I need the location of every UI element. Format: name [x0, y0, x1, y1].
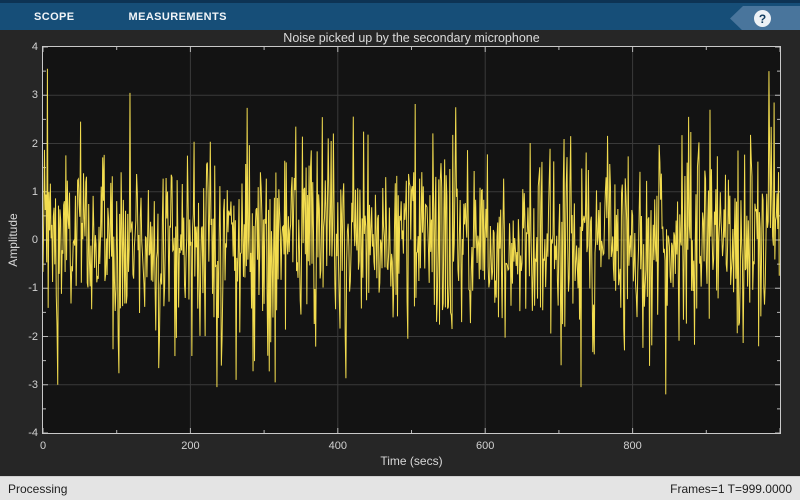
frames-time-readout: Frames=1 T=999.0000: [670, 481, 792, 496]
x-tick-label: 800: [623, 440, 642, 452]
chart-title: Noise picked up by the secondary microph…: [283, 31, 540, 45]
x-tick-label: 600: [476, 440, 495, 452]
y-tick-label: -1: [28, 282, 38, 295]
x-axis-label: Time (secs): [380, 454, 443, 468]
y-tick-label: -4: [28, 427, 38, 439]
help-tag: ?: [730, 6, 800, 31]
y-tick-label: 1: [31, 185, 38, 198]
toolstrip: SCOPE MEASUREMENTS ?: [0, 0, 800, 31]
y-tick-label: -2: [28, 330, 38, 343]
y-tick-label: 3: [31, 89, 38, 102]
help-icon[interactable]: ?: [754, 10, 771, 27]
plot-canvas[interactable]: [43, 47, 780, 433]
x-tick-label: 200: [181, 440, 200, 452]
tab-scope[interactable]: SCOPE: [24, 3, 85, 30]
tab-measurements[interactable]: MEASUREMENTS: [119, 3, 237, 30]
x-tick-label: 400: [328, 440, 347, 452]
scope-figure: Noise picked up by the secondary microph…: [0, 30, 800, 476]
x-tick-label: 0: [39, 440, 47, 452]
y-tick-label: 4: [31, 41, 38, 53]
plot-area[interactable]: [42, 46, 781, 434]
status-bar: Processing Frames=1 T=999.0000: [0, 476, 800, 500]
noise-signal-trace: [43, 68, 780, 395]
status-message: Processing: [8, 481, 68, 496]
y-tick-label: 2: [31, 137, 38, 150]
y-tick-label: 0: [31, 234, 38, 246]
y-tick-label: -3: [28, 378, 38, 391]
